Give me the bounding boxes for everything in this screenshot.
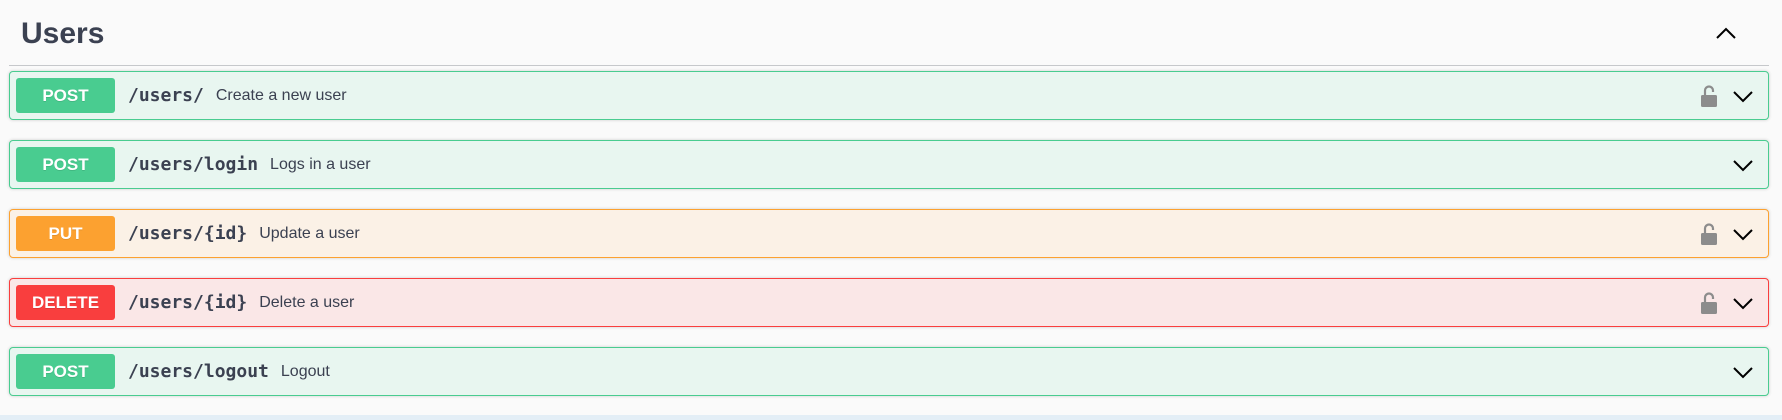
- expand-button[interactable]: [1730, 83, 1756, 109]
- operation-delete-users-id[interactable]: DELETE /users/{id} Delete a user: [9, 278, 1769, 327]
- expand-button[interactable]: [1730, 290, 1756, 316]
- chevron-down-icon: [1733, 366, 1753, 378]
- expand-button[interactable]: [1730, 152, 1756, 178]
- operations-list: POST /users/ Create a new user POST /use…: [9, 71, 1769, 416]
- expand-button[interactable]: [1730, 359, 1756, 385]
- operation-path: /users/: [128, 85, 204, 106]
- collapse-button[interactable]: [1710, 18, 1742, 50]
- operation-put-users-id[interactable]: PUT /users/{id} Update a user: [9, 209, 1769, 258]
- method-badge: DELETE: [16, 285, 115, 320]
- chevron-down-icon: [1733, 297, 1753, 309]
- chevron-down-icon: [1733, 90, 1753, 102]
- users-section: Users POST /users/ Create a new user POS…: [9, 0, 1769, 420]
- method-badge: PUT: [16, 216, 115, 251]
- operation-path: /users/logout: [128, 361, 269, 382]
- operation-path: /users/{id}: [128, 292, 248, 313]
- operation-summary: Logout: [280, 362, 330, 380]
- authorize-button[interactable]: [1698, 290, 1720, 316]
- unlock-icon: [1701, 222, 1717, 245]
- operation-post-users-login[interactable]: POST /users/login Logs in a user: [9, 140, 1769, 189]
- method-badge: POST: [16, 78, 115, 113]
- chevron-up-icon: [1716, 27, 1736, 39]
- chevron-down-icon: [1733, 228, 1753, 240]
- unlock-icon: [1701, 84, 1717, 107]
- unlock-icon: [1701, 291, 1717, 314]
- operation-summary: Logs in a user: [270, 155, 371, 173]
- authorize-button[interactable]: [1698, 83, 1720, 109]
- section-title: Users: [21, 16, 105, 50]
- method-badge: POST: [16, 354, 115, 389]
- authorize-button[interactable]: [1698, 221, 1720, 247]
- section-header[interactable]: Users: [9, 0, 1769, 66]
- operation-summary: Delete a user: [259, 293, 355, 311]
- operation-post-users[interactable]: POST /users/ Create a new user: [9, 71, 1769, 120]
- method-badge: POST: [16, 147, 115, 182]
- operation-post-users-logout[interactable]: POST /users/logout Logout: [9, 347, 1769, 396]
- operation-path: /users/login: [128, 154, 259, 175]
- expand-button[interactable]: [1730, 221, 1756, 247]
- chevron-down-icon: [1733, 159, 1753, 171]
- operation-summary: Update a user: [259, 224, 360, 242]
- operation-path: /users/{id}: [128, 223, 248, 244]
- operation-summary: Create a new user: [215, 86, 347, 104]
- bottom-divider: [0, 415, 1782, 420]
